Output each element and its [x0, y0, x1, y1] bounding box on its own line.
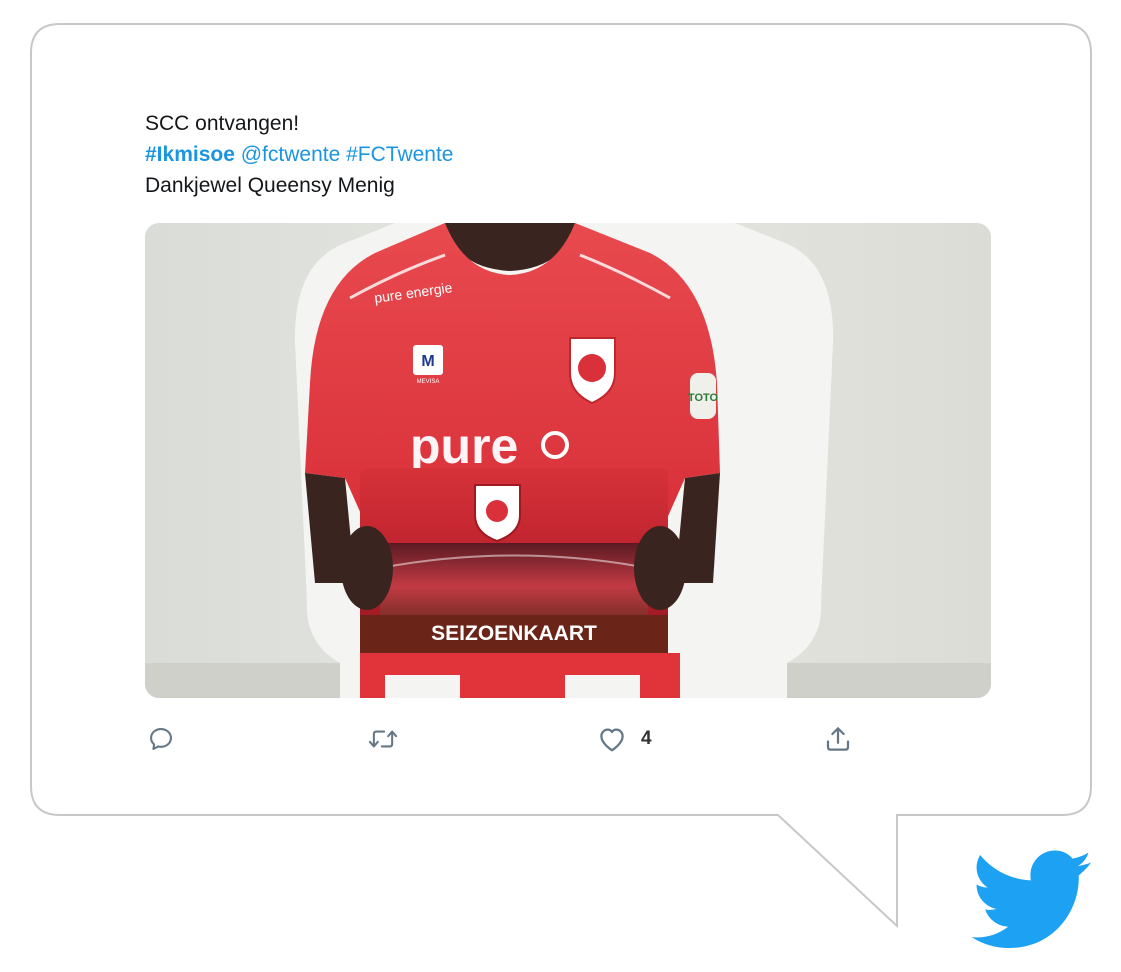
tweet-photo[interactable]: pure energie M MEVISA TOTO pure SEIZOENK… [145, 223, 991, 698]
retweet-button[interactable] [367, 722, 399, 756]
like-count: 4 [641, 728, 652, 749]
reply-icon [150, 728, 172, 750]
svg-text:pure: pure [410, 418, 518, 474]
tweet-actions: 4 [145, 722, 991, 756]
photo-illustration: pure energie M MEVISA TOTO pure SEIZOENK… [145, 223, 991, 698]
share-icon [826, 727, 850, 751]
sleeve-badge: TOTO [688, 392, 719, 404]
hashtag-link-fctwente[interactable]: #FCTwente [346, 143, 453, 166]
tweet-line-2: #Ikmisoe @fctwente #FCTwente [145, 139, 454, 170]
kit-brand: MEVISA [417, 379, 440, 385]
tweet-line-3: Dankjewel Queensy Menig [145, 174, 395, 197]
share-button[interactable] [823, 722, 853, 756]
svg-text:M: M [421, 353, 434, 370]
retweet-icon [368, 730, 398, 748]
like-button[interactable]: 4 [597, 722, 652, 756]
card-label: SEIZOENKAART [431, 622, 597, 645]
tweet-line-1: SCC ontvangen! [145, 112, 300, 135]
heart-icon [600, 728, 624, 752]
mention-link[interactable]: @fctwente [241, 143, 341, 166]
tweet-text: SCC ontvangen! #Ikmisoe @fctwente #FCTwe… [145, 108, 454, 201]
hashtag-link[interactable]: #Ikmisoe [145, 143, 235, 166]
reply-button[interactable] [147, 722, 175, 756]
twitter-bird-icon [972, 850, 1092, 949]
